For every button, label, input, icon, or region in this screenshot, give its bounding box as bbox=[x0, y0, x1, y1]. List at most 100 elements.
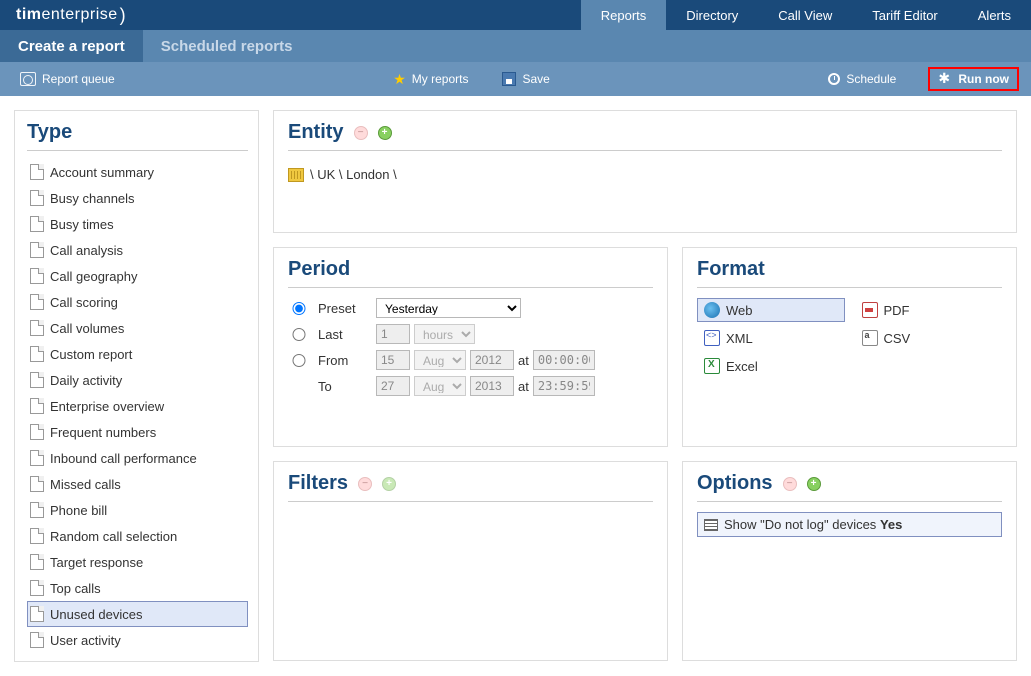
save-button[interactable]: Save bbox=[494, 68, 557, 90]
entity-add-button[interactable]: + bbox=[378, 126, 392, 140]
format-excel[interactable]: Excel bbox=[697, 354, 845, 378]
period-from-month[interactable]: Aug bbox=[414, 350, 466, 370]
entity-panel: Entity − + \ UK \ London \ bbox=[273, 110, 1017, 233]
type-item-label: Enterprise overview bbox=[50, 399, 164, 414]
type-item-label: Call scoring bbox=[50, 295, 118, 310]
format-panel: Format Web PDF XML bbox=[682, 247, 1017, 447]
type-item-label: Unused devices bbox=[50, 607, 143, 622]
entity-path[interactable]: \ UK \ London \ bbox=[288, 161, 1002, 222]
filters-remove-button[interactable]: − bbox=[358, 477, 372, 491]
tab-create-report[interactable]: Create a report bbox=[0, 30, 143, 62]
type-item[interactable]: Top calls bbox=[27, 575, 248, 601]
type-item-label: Top calls bbox=[50, 581, 101, 596]
type-item[interactable]: Call geography bbox=[27, 263, 248, 289]
type-item[interactable]: Call volumes bbox=[27, 315, 248, 341]
type-item[interactable]: Phone bill bbox=[27, 497, 248, 523]
report-queue-button[interactable]: Report queue bbox=[12, 68, 123, 90]
format-title: Format bbox=[697, 258, 765, 281]
type-item-label: Call volumes bbox=[50, 321, 124, 336]
format-csv[interactable]: CSV bbox=[855, 326, 1003, 350]
type-item-label: Target response bbox=[50, 555, 143, 570]
globe-icon bbox=[704, 302, 720, 318]
options-remove-button[interactable]: − bbox=[783, 477, 797, 491]
nav-tariff-editor[interactable]: Tariff Editor bbox=[852, 0, 958, 30]
period-from-time[interactable] bbox=[533, 350, 595, 370]
period-preset-radio[interactable] bbox=[288, 302, 310, 315]
type-item[interactable]: Random call selection bbox=[27, 523, 248, 549]
format-xml[interactable]: XML bbox=[697, 326, 845, 350]
type-item[interactable]: Daily activity bbox=[27, 367, 248, 393]
type-list[interactable]: Account summaryBusy channelsBusy timesCa… bbox=[27, 159, 248, 669]
type-item-label: Call geography bbox=[50, 269, 137, 284]
period-from-year[interactable] bbox=[470, 350, 514, 370]
entity-remove-button[interactable]: − bbox=[354, 126, 368, 140]
type-item[interactable]: Target response bbox=[27, 549, 248, 575]
type-item[interactable]: Unused devices bbox=[27, 601, 248, 627]
disk-icon bbox=[502, 72, 516, 86]
nav-directory[interactable]: Directory bbox=[666, 0, 758, 30]
filters-add-button[interactable]: + bbox=[382, 477, 396, 491]
type-item[interactable]: Enterprise overview bbox=[27, 393, 248, 419]
brand-logo: timenterprise) bbox=[0, 0, 142, 30]
period-to-at: at bbox=[518, 379, 529, 394]
nav-alerts[interactable]: Alerts bbox=[958, 0, 1031, 30]
csv-icon bbox=[862, 330, 878, 346]
format-pdf[interactable]: PDF bbox=[855, 298, 1003, 322]
document-icon bbox=[30, 216, 44, 232]
period-preset-label: Preset bbox=[318, 301, 368, 316]
star-icon: ★ bbox=[393, 71, 406, 88]
period-last-radio[interactable] bbox=[288, 328, 310, 341]
period-last-unit[interactable]: hours bbox=[414, 324, 475, 344]
document-icon bbox=[30, 554, 44, 570]
options-add-button[interactable]: + bbox=[807, 477, 821, 491]
document-icon bbox=[30, 502, 44, 518]
nav-reports[interactable]: Reports bbox=[581, 0, 667, 30]
period-to-month[interactable]: Aug bbox=[414, 376, 466, 396]
type-item[interactable]: Busy channels bbox=[27, 185, 248, 211]
option-donotlog-label: Show "Do not log" devices Yes bbox=[724, 517, 902, 532]
document-icon bbox=[30, 294, 44, 310]
period-to-year[interactable] bbox=[470, 376, 514, 396]
my-reports-button[interactable]: ★ My reports bbox=[385, 67, 476, 92]
grid-icon bbox=[704, 519, 718, 531]
type-item-label: Inbound call performance bbox=[50, 451, 197, 466]
format-web[interactable]: Web bbox=[697, 298, 845, 322]
period-to-label: To bbox=[318, 379, 368, 394]
type-item[interactable]: Missed calls bbox=[27, 471, 248, 497]
period-last-value[interactable] bbox=[376, 324, 410, 344]
type-item[interactable]: Custom report bbox=[27, 341, 248, 367]
type-item[interactable]: Busy times bbox=[27, 211, 248, 237]
period-to-day[interactable] bbox=[376, 376, 410, 396]
type-item-label: Busy channels bbox=[50, 191, 135, 206]
toolbar: Report queue ★ My reports Save Schedule … bbox=[0, 62, 1031, 96]
type-item[interactable]: Frequent numbers bbox=[27, 419, 248, 445]
type-item-label: Account summary bbox=[50, 165, 154, 180]
period-preset-select[interactable]: Yesterday bbox=[376, 298, 521, 318]
entity-title: Entity bbox=[288, 121, 344, 144]
type-item[interactable]: Inbound call performance bbox=[27, 445, 248, 471]
option-donotlog-row[interactable]: Show "Do not log" devices Yes bbox=[697, 512, 1002, 537]
document-icon bbox=[30, 190, 44, 206]
tab-scheduled-reports[interactable]: Scheduled reports bbox=[143, 30, 311, 62]
period-title: Period bbox=[288, 258, 350, 281]
period-from-radio[interactable] bbox=[288, 354, 310, 367]
schedule-button[interactable]: Schedule bbox=[820, 68, 904, 90]
clock-icon bbox=[828, 73, 840, 85]
period-to-time[interactable] bbox=[533, 376, 595, 396]
filters-panel: Filters − + bbox=[273, 461, 668, 661]
run-now-button[interactable]: Run now bbox=[928, 67, 1019, 91]
type-item[interactable]: Account summary bbox=[27, 159, 248, 185]
period-from-day[interactable] bbox=[376, 350, 410, 370]
brand-paren: ) bbox=[120, 5, 127, 26]
filters-title: Filters bbox=[288, 472, 348, 495]
options-title: Options bbox=[697, 472, 773, 495]
type-item[interactable]: User activity bbox=[27, 627, 248, 653]
nav-call-view[interactable]: Call View bbox=[758, 0, 852, 30]
options-panel: Options − + Show "Do not log" devices Ye… bbox=[682, 461, 1017, 661]
document-icon bbox=[30, 164, 44, 180]
period-panel: Period Preset Yesterday Last hours F bbox=[273, 247, 668, 447]
type-item[interactable]: Call analysis bbox=[27, 237, 248, 263]
type-item-label: Missed calls bbox=[50, 477, 121, 492]
type-item-label: Random call selection bbox=[50, 529, 177, 544]
type-item[interactable]: Call scoring bbox=[27, 289, 248, 315]
